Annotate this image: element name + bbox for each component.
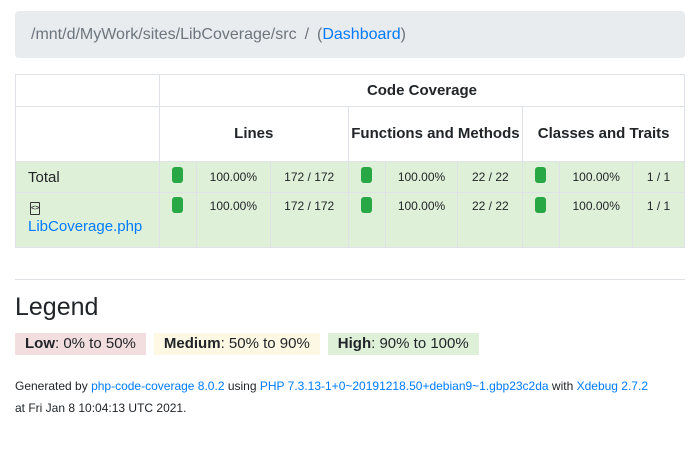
classes-percent: 100.00% [559, 192, 634, 248]
coverage-table: Code Coverage Lines Functions and Method… [15, 74, 686, 248]
table-row-total: Total 100.00% 172 / 172 100.00% 22 / 22 … [15, 161, 685, 193]
xdebug-link[interactable]: Xdebug 2.7.2 [577, 379, 648, 393]
php-code-coverage-link[interactable]: php-code-coverage 8.0.2 [91, 379, 224, 393]
classes-header: Classes and Traits [522, 106, 685, 162]
classes-coverage-bar [535, 197, 547, 213]
classes-coverage-bar [535, 166, 547, 183]
functions-percent: 100.00% [384, 161, 459, 193]
php-file-icon: <> [30, 202, 40, 215]
legend-low: Low: 0% to 50% [15, 333, 146, 355]
legend: Low: 0% to 50% Medium: 50% to 90% High: … [15, 333, 479, 355]
functions-coverage-bar [360, 166, 372, 183]
legend-high: High: 90% to 100% [327, 333, 479, 355]
functions-percent: 100.00% [384, 192, 459, 248]
breadcrumb-close-paren: ) [400, 25, 406, 43]
table-row-file: <> LibCoverage.php 100.00% 172 / 172 100… [15, 192, 685, 248]
functions-fraction: 22 / 22 [457, 192, 524, 248]
lines-coverage-bar [171, 166, 183, 183]
lines-header: Lines [158, 106, 349, 162]
lines-fraction: 172 / 172 [269, 192, 349, 248]
breadcrumb-path: /mnt/d/MyWork/sites/LibCoverage/src [31, 25, 297, 43]
legend-medium: Medium: 50% to 90% [153, 333, 320, 355]
classes-fraction: 1 / 1 [632, 161, 685, 193]
functions-header: Functions and Methods [347, 106, 524, 162]
lines-fraction: 172 / 172 [269, 161, 349, 193]
lines-percent: 100.00% [195, 161, 271, 193]
divider [15, 279, 685, 280]
classes-percent: 100.00% [559, 161, 634, 193]
generated-timestamp: at Fri Jan 8 10:04:13 UTC 2021. [15, 401, 187, 415]
row-name: Total [15, 161, 160, 193]
functions-fraction: 22 / 22 [457, 161, 524, 193]
header-empty [15, 74, 160, 107]
breadcrumb-separator: / [304, 25, 310, 43]
breadcrumb: /mnt/d/MyWork/sites/LibCoverage/src / (D… [15, 11, 685, 58]
functions-coverage-bar [360, 197, 372, 213]
file-link[interactable]: LibCoverage.php [28, 218, 142, 235]
subheader-empty [15, 106, 160, 162]
footer: Generated by php-code-coverage 8.0.2 usi… [15, 379, 648, 415]
legend-title: Legend [15, 293, 99, 321]
lines-coverage-bar [171, 197, 183, 213]
php-version-link[interactable]: PHP 7.3.13-1+0~20191218.50+debian9~1.gbp… [260, 379, 549, 393]
dashboard-link[interactable]: Dashboard [322, 26, 400, 44]
code-coverage-header: Code Coverage [158, 74, 686, 107]
classes-fraction: 1 / 1 [632, 192, 685, 248]
lines-percent: 100.00% [195, 192, 271, 248]
